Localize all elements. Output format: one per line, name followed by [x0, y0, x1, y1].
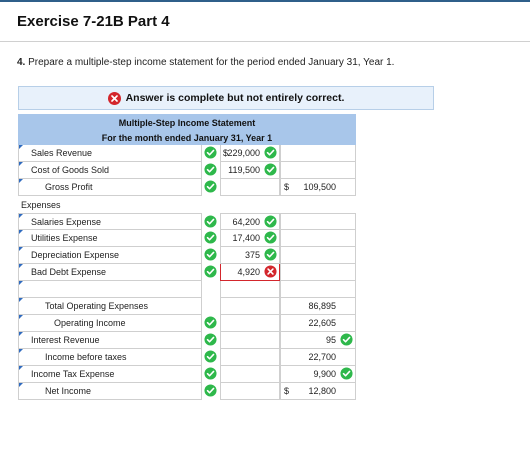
row-label-field[interactable]: Net Income [18, 383, 217, 400]
table-row: Cost of Goods Sold 119,500 [18, 162, 356, 179]
total-field[interactable]: $12,800 [280, 383, 356, 400]
question-number: 4. [17, 57, 26, 68]
section-label: Expenses [21, 199, 61, 210]
total-field[interactable] [280, 230, 356, 247]
incorrect-icon [264, 265, 277, 278]
income-statement-table: Multiple-Step Income Statement For the m… [18, 114, 356, 400]
amount-field[interactable]: 64,200 [220, 213, 280, 230]
correct-check-icon [204, 180, 217, 193]
total-field[interactable]: $109,500 [280, 179, 356, 196]
row-label-field[interactable]: Operating Income [18, 315, 217, 332]
row-label-field[interactable]: Total Operating Expenses [18, 298, 202, 315]
total-field[interactable] [280, 213, 356, 230]
correct-check-icon [204, 367, 217, 380]
total-field[interactable]: 9,900 [280, 366, 356, 383]
row-label-field[interactable]: Sales Revenue [18, 145, 217, 162]
correct-check-icon [204, 265, 217, 278]
row-label-field[interactable]: Interest Revenue [18, 332, 217, 349]
correct-check-icon [204, 231, 217, 244]
top-accent-line [0, 0, 530, 2]
amount-field[interactable] [220, 332, 280, 349]
total-field[interactable]: 86,895 [280, 298, 356, 315]
incorrect-icon [107, 91, 121, 105]
amount-field[interactable] [220, 298, 280, 315]
table-row [18, 281, 356, 298]
correct-check-icon [204, 350, 217, 363]
correct-check-icon [264, 146, 277, 159]
total-field[interactable]: 95 [280, 332, 356, 349]
amount-field[interactable] [220, 349, 280, 366]
table-row: Utilities Expense 17,400 [18, 230, 356, 247]
correct-check-icon [340, 367, 353, 380]
table-row: Gross Profit $109,500 [18, 179, 356, 196]
total-field[interactable] [280, 145, 356, 162]
divider [0, 41, 530, 42]
amount-field[interactable] [220, 281, 280, 298]
row-label-field[interactable]: Bad Debt Expense [18, 264, 217, 281]
table-row: Income before taxes 22,700 [18, 349, 356, 366]
table-row: Bad Debt Expense 4,920 [18, 264, 356, 281]
table-row: Depreciation Expense 375 [18, 247, 356, 264]
amount-field[interactable]: 119,500 [220, 162, 280, 179]
table-row: Income Tax Expense 9,900 [18, 366, 356, 383]
correct-check-icon [264, 163, 277, 176]
correct-check-icon [264, 231, 277, 244]
table-row: Operating Income 22,605 [18, 315, 356, 332]
table-row: Expenses [18, 196, 356, 213]
answer-status-banner: Answer is complete but not entirely corr… [18, 86, 434, 110]
total-field[interactable]: 22,605 [280, 315, 356, 332]
amount-field[interactable]: 17,400 [220, 230, 280, 247]
correct-check-icon [204, 333, 217, 346]
table-row: Sales Revenue $229,000 [18, 145, 356, 162]
correct-check-icon [204, 163, 217, 176]
correct-check-icon [264, 215, 277, 228]
correct-check-icon [264, 248, 277, 261]
amount-field[interactable] [220, 383, 280, 400]
total-field[interactable] [280, 162, 356, 179]
amount-field[interactable]: 4,920 [220, 264, 280, 281]
amount-field[interactable]: $229,000 [220, 145, 280, 162]
row-label-field[interactable]: Cost of Goods Sold [18, 162, 217, 179]
total-field[interactable] [280, 281, 356, 298]
question-body: Prepare a multiple-step income statement… [28, 57, 395, 68]
amount-field[interactable] [220, 315, 280, 332]
row-label-field[interactable]: Salaries Expense [18, 213, 217, 230]
correct-check-icon [204, 248, 217, 261]
row-label-field[interactable] [18, 281, 202, 298]
page-title: Exercise 7-21B Part 4 [17, 13, 170, 30]
row-label-field[interactable]: Income Tax Expense [18, 366, 217, 383]
banner-text: Answer is complete but not entirely corr… [125, 92, 345, 104]
correct-check-icon [204, 215, 217, 228]
correct-check-icon [340, 333, 353, 346]
amount-field[interactable] [220, 179, 280, 196]
table-row: Net Income $12,800 [18, 383, 356, 400]
row-label-field[interactable]: Gross Profit [18, 179, 217, 196]
total-field[interactable] [280, 247, 356, 264]
amount-field[interactable]: 375 [220, 247, 280, 264]
correct-check-icon [204, 146, 217, 159]
row-label-field[interactable]: Income before taxes [18, 349, 217, 366]
correct-check-icon [204, 384, 217, 397]
statement-period: For the month ended January 31, Year 1 [18, 130, 356, 145]
row-label-field[interactable]: Depreciation Expense [18, 247, 217, 264]
table-row: Salaries Expense 64,200 [18, 213, 356, 230]
correct-check-icon [204, 316, 217, 329]
statement-heading: Multiple-Step Income Statement [18, 114, 356, 130]
row-label-field[interactable]: Utilities Expense [18, 230, 217, 247]
table-row: Interest Revenue 95 [18, 332, 356, 349]
total-field[interactable] [280, 264, 356, 281]
total-field[interactable]: 22,700 [280, 349, 356, 366]
amount-field[interactable] [220, 366, 280, 383]
table-row: Total Operating Expenses 86,895 [18, 298, 356, 315]
question-text: 4. Prepare a multiple-step income statem… [17, 57, 394, 68]
